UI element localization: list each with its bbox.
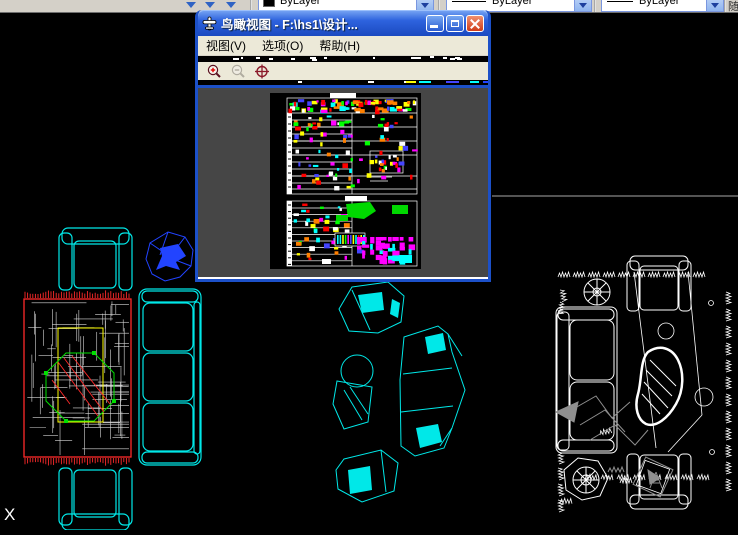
plotstyle-partial-label: 随 [728,1,738,13]
linetype-line-icon [452,0,486,2]
artifact-speck [290,57,295,60]
window-title: 鸟瞰视图 - F:\hs1\设计... [221,17,358,32]
toolbar-separator [724,0,726,12]
artifact-speck [470,81,479,83]
color-swatch [263,0,275,7]
artifact-speck [417,56,421,59]
chevron-down-icon[interactable] [186,2,196,8]
artifact-speck [311,58,317,61]
artifact-speck [268,57,274,60]
chevron-down-icon[interactable] [205,2,215,8]
zoom-extents-button[interactable] [252,62,272,80]
minimize-icon [430,24,438,28]
aerial-window-toolbar [198,62,488,80]
menu-view[interactable]: 视图(V) [198,36,254,55]
chevron-down-icon[interactable] [226,2,236,8]
toolbar-separator [594,0,596,12]
artifact-speck [372,57,376,60]
artifact-speck [429,56,435,59]
artifact-speck [255,56,260,59]
artifact-speck [232,58,239,60]
linetype-combobox-dropdown-button[interactable] [574,0,591,11]
artifact-speck [406,81,416,83]
menu-options[interactable]: 选项(O) [254,36,311,55]
artifact-speck [298,81,302,83]
artifact-speck [323,57,327,60]
maximize-icon [451,19,459,27]
chevron-down-icon [421,2,429,8]
lineweight-line-icon [607,0,633,2]
color-combobox-value: ByLayer [280,0,321,7]
artifact-speck [442,57,447,60]
chevron-down-icon [579,2,587,8]
lineweight-combobox-dropdown-button[interactable] [706,0,723,11]
close-button[interactable] [466,14,484,32]
ucs-x-axis-label: X [4,505,15,524]
zoom-in-button[interactable] [204,62,224,80]
artifact-speck [368,81,374,83]
aerial-view-window: 鸟瞰视图 - F:\hs1\设计... 视图(V) 选项(O) 帮助(H) [195,10,491,282]
maximize-button[interactable] [446,14,464,32]
artifact-speck [419,81,431,83]
lineweight-combobox[interactable]: ByLayer [601,0,724,12]
zoom-out-button[interactable] [228,62,248,80]
plant-symbol-top [583,278,611,306]
artifact-speck [483,81,488,83]
menu-help[interactable]: 帮助(H) [311,36,368,55]
render-artifact-strip-bottom [198,80,488,85]
aerial-view-plane-icon [202,16,217,30]
aerial-view-viewport[interactable] [198,88,488,279]
artifact-speck [240,57,244,60]
aerial-window-menubar: 视图(V) 选项(O) 帮助(H) [198,36,488,56]
linetype-combobox-value: ByLayer [492,0,533,7]
artifact-speck [456,58,462,61]
artifact-speck [450,57,456,60]
chevron-down-icon [711,2,719,8]
aerial-window-titlebar[interactable]: 鸟瞰视图 - F:\hs1\设计... [198,10,488,36]
lineweight-combobox-value: ByLayer [639,0,680,7]
artifact-speck [446,81,459,83]
minimize-button[interactable] [426,14,444,32]
drawing-thumbnail [270,93,421,269]
artifact-speck [410,56,418,59]
